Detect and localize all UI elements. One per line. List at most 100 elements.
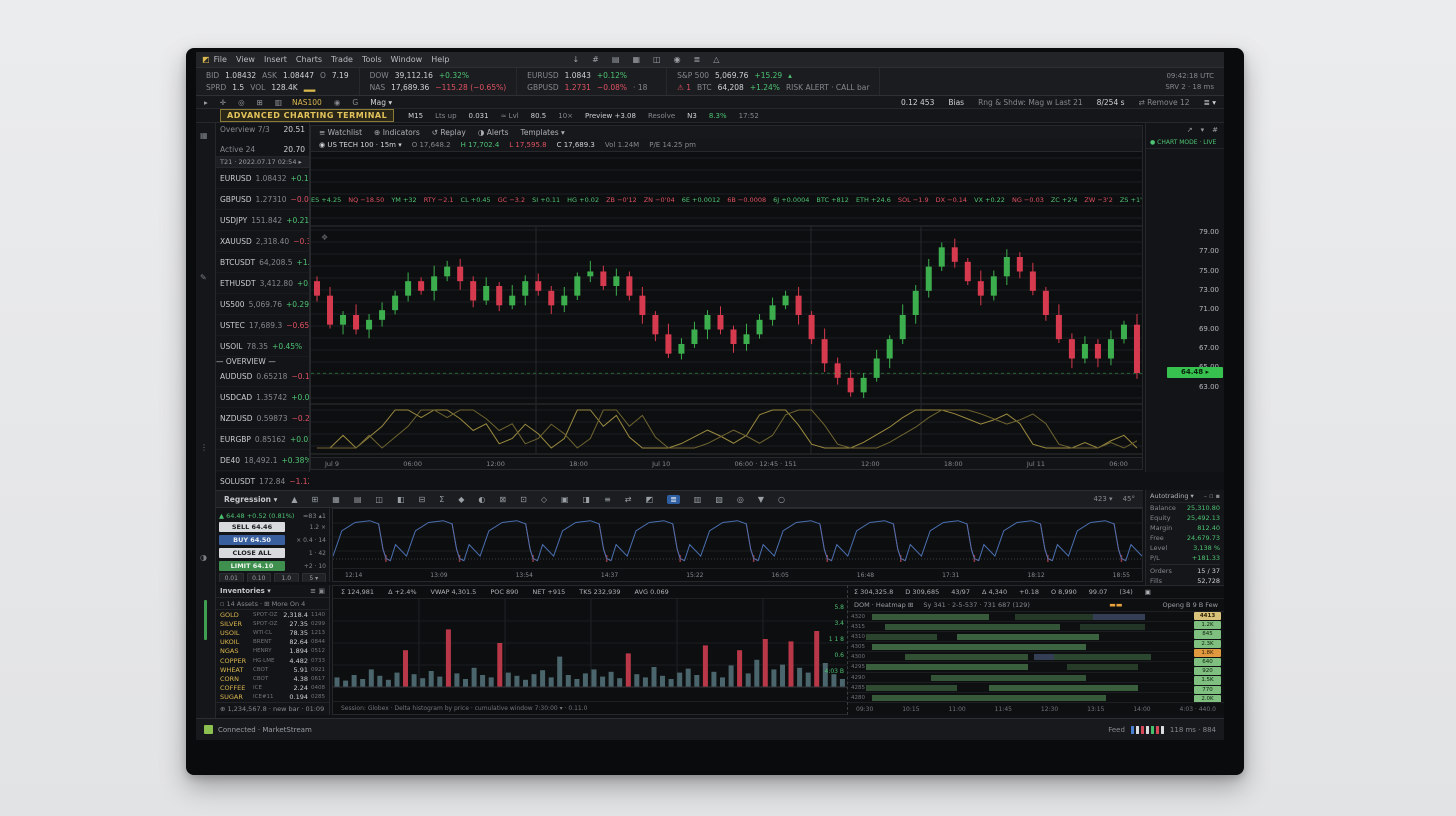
order-row[interactable]: CLOSE ALL1 · 42 [219,547,326,559]
heatmap-row[interactable]: 4295 [848,662,1192,672]
heatmap-rows[interactable]: 432043154310430543004295429042854280 [848,612,1192,703]
toolbar-setting[interactable]: Rng & Shdw: Mag w Last 21 [978,98,1083,107]
tool-icon[interactable]: ◎ [238,98,245,107]
analysis-icon[interactable]: Σ [439,495,444,504]
menu-item[interactable]: Tools [362,55,382,64]
analysis-chip[interactable]: 45° [1123,495,1135,503]
analysis-icon[interactable]: ▥ [694,495,702,504]
analysis-icon[interactable]: ◫ [375,495,383,504]
inventories-filter-bar[interactable]: ▫ 14 Assets · ⊞ More On 4 [216,598,329,610]
menu-item[interactable]: Trade [331,55,353,64]
analysis-icon[interactable]: ⊡ [520,495,527,504]
watchlist-row[interactable]: SOLUSDT172.84−1.12% [216,471,309,492]
account-panel-icons[interactable]: – ▫ ▪ [1204,492,1220,500]
menu-item[interactable]: Insert [264,55,287,64]
menu-bar-icon[interactable]: ≣ [694,55,701,64]
dom-ladder-cell[interactable]: 920 [1194,667,1221,675]
menu-item[interactable]: Window [391,55,423,64]
order-row[interactable]: BUY 64.50× 0.4 · 14 [219,534,326,546]
terminal-title[interactable]: ADVANCED CHARTING TERMINAL [220,109,394,122]
toolbar-chip[interactable]: ◉ [334,98,341,107]
heatmap-row[interactable]: 4315 [848,622,1192,632]
analysis-icon[interactable]: ◇ [541,495,547,504]
chart-toolbar-button[interactable]: Templates ▾ [521,128,565,137]
menu-item[interactable]: View [236,55,255,64]
analysis-icon[interactable]: ⊞ [312,495,319,504]
analysis-icon[interactable]: ≡ [604,495,611,504]
toolbar-setting[interactable]: ≣ ▾ [1204,98,1216,107]
inventory-row[interactable]: SILVERSPOT·OZ27.350299 [216,619,329,628]
analysis-icon[interactable]: ⇄ [625,495,632,504]
dom-ladder-cell[interactable]: 1.8K [1194,649,1221,657]
time-axis[interactable]: Jul 906:0012:0018:00Jul 1006:00 · 12:45 … [310,458,1143,470]
analysis-chip[interactable]: 423 ▾ [1093,495,1112,503]
axis-icon[interactable]: # [1212,126,1218,134]
menu-bar-icon[interactable]: ◉ [674,55,681,64]
chart-toolbar-button[interactable]: ≡ Watchlist [319,128,362,137]
analysis-icon[interactable]: ▧ [715,495,723,504]
dom-ladder-cell[interactable]: 770 [1194,686,1221,694]
menu-item[interactable]: File [214,55,227,64]
watchlist-row[interactable]: US5005,069.76+0.29% [216,294,309,315]
watchlist-row[interactable]: USDCAD1.35742+0.05% [216,387,309,408]
inventory-row[interactable]: WHEATCBOT5.910921 [216,665,329,674]
current-price-pill[interactable]: 64.48 ▸ [1167,367,1223,378]
watchlist-row[interactable]: NZDUSD0.59873−0.22% [216,408,309,429]
watchlist-row[interactable]: BTCUSDT64,208.5+1.24% [216,252,309,273]
analysis-icon[interactable]: ⊠ [499,495,506,504]
analysis-icon[interactable]: ▲ [291,495,297,504]
toolbar-chip[interactable]: NAS100 [292,98,322,107]
menu-item[interactable]: Charts [296,55,322,64]
analysis-icon[interactable]: ▼ [758,495,764,504]
dom-ladder-cell[interactable]: 1.5K [1194,676,1221,684]
watchlist-row[interactable]: USOIL78.35+0.45% [216,336,309,357]
analysis-icon[interactable]: ◧ [397,495,405,504]
tool-icon[interactable]: ▸ [204,98,208,107]
dom-ladder-cell[interactable]: 2.3K [1194,640,1221,648]
volume-histogram[interactable] [333,599,847,690]
sidebar-selected-session[interactable]: T21 · 2022.07.17 02:54 ▸ [216,157,309,168]
watchlist-row[interactable]: GBPUSD1.27310−0.08% [216,189,309,210]
menu-bar-icon[interactable]: ▦ [632,55,640,64]
heatmap-view-toggle[interactable]: DOM · Heatmap ⊞ [854,601,913,609]
heatmap-row[interactable]: 4305 [848,642,1192,652]
analysis-icon[interactable]: ▤ [354,495,362,504]
order-row[interactable]: LIMIT 64.10+2 · 10 [219,560,326,572]
toolbar-chip[interactable]: Mag ▾ [370,98,392,107]
toolbar-setting[interactable]: 0.12 453 [901,98,934,107]
menu-bar-icon[interactable]: ◫ [653,55,661,64]
analysis-icon[interactable]: ◨ [583,495,591,504]
watchlist-row[interactable]: EURUSD1.08432+0.12% [216,168,309,189]
rail-icon[interactable]: ◑ [200,553,207,562]
oscillator-line-chart[interactable] [333,509,1142,568]
toolbar-setting[interactable]: ⇄ Remove 12 [1139,98,1190,107]
inventories-icons[interactable]: ≡ ▣ [310,587,325,595]
order-row[interactable]: SELL 64.461.2 × [219,521,326,533]
watchlist-row[interactable]: DE4018,492.1+0.38% [216,450,309,471]
inventories-title[interactable]: Inventories ▾ [220,587,271,595]
analysis-icon[interactable]: ▦ [332,495,340,504]
menu-item[interactable]: Help [431,55,449,64]
account-panel-title[interactable]: Autotrading ▾ [1150,492,1194,500]
analysis-icon[interactable]: ≣ [667,495,680,504]
inventory-row[interactable]: USOILWTI·CL78.351213 [216,628,329,637]
watchlist-row[interactable]: AUDUSD0.65218−0.11% [216,366,309,387]
dom-ladder-cell[interactable]: 1.2K [1194,621,1221,629]
watchlist-row[interactable]: EURGBP0.85162+0.03% [216,429,309,450]
analysis-icon[interactable]: ◎ [737,495,744,504]
price-axis[interactable]: 79.0077.0075.0073.0071.0069.0067.0065.00… [1146,151,1224,458]
menu-bar-icon[interactable]: # [592,55,599,64]
axis-icon[interactable]: ↗ [1187,126,1193,134]
heatmap-row[interactable]: 4320 [848,612,1192,622]
chart-toolbar-button[interactable]: ↺ Replay [432,128,466,137]
menu-bar-icon[interactable]: ▤ [612,55,620,64]
menu-bar-icon[interactable]: ↓ [572,55,579,64]
dom-ladder-cell[interactable]: 4413 [1194,612,1221,620]
heatmap-row[interactable]: 4285 [848,683,1192,693]
toolbar-setting[interactable]: Bias [948,98,964,107]
watchlist-row[interactable]: USDJPY151.842+0.21% [216,210,309,231]
watchlist-row[interactable]: USTEC17,689.3−0.65% [216,315,309,336]
analysis-icon[interactable]: ◐ [478,495,485,504]
axis-icon[interactable]: ▾ [1201,126,1205,134]
inventory-row[interactable]: CORNCBOT4.380617 [216,674,329,683]
